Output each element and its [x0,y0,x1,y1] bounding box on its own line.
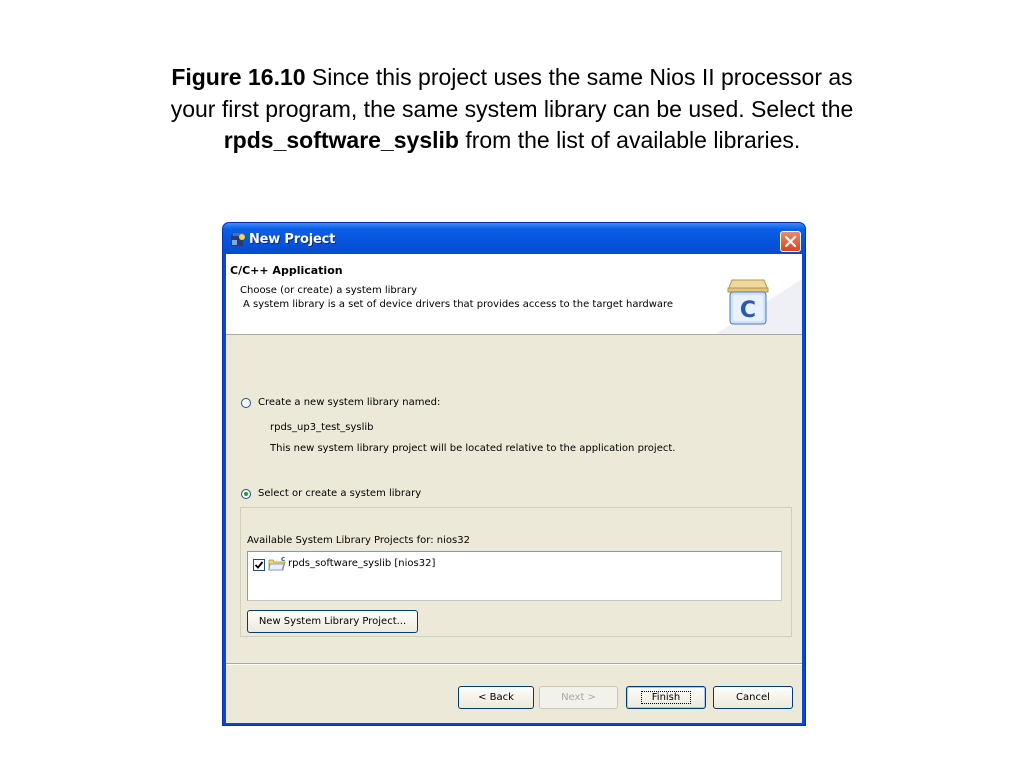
new-library-name: rpds_up3_test_syslib [270,422,374,433]
library-item-label[interactable]: rpds_software_syslib [nios32] [288,558,435,569]
finish-button-label: Finish [640,691,692,704]
new-project-dialog: New Project C/C++ Application Choose (or… [222,222,806,726]
c-folder-icon: c [268,555,286,571]
caption-text-1: Since this project uses the same Nios II… [305,64,853,90]
svg-text:C: C [740,298,756,323]
caption-label: Figure 16.10 [171,64,306,90]
c-project-icon: C [727,279,769,325]
new-system-library-button[interactable]: New System Library Project... [247,610,418,633]
caption-line-3: rpds_software_syslib from the list of av… [60,125,964,157]
close-icon [784,235,797,248]
window-title: New Project [249,232,336,247]
select-library-label: Select or create a system library [258,488,422,499]
caption-line-2: your first program, the same system libr… [170,95,854,122]
title-bar[interactable]: New Project [223,223,805,254]
caption-bold-term: rpds_software_syslib [223,127,459,153]
available-libraries-heading: Available System Library Projects for: n… [247,535,470,546]
library-item-checkbox[interactable] [253,559,265,571]
wizard-header: C/C++ Application Choose (or create) a s… [226,254,802,335]
back-button-label: < Back [478,692,514,703]
back-button[interactable]: < Back [458,686,534,709]
wizard-description-detail: A system library is a set of device driv… [243,299,674,310]
create-library-label: Create a new system library named: [258,397,441,408]
svg-text:c: c [281,555,285,563]
button-bar-divider [226,663,802,665]
wizard-title: C/C++ Application [230,264,343,277]
new-library-note: This new system library project will be … [270,443,676,454]
dialog-body: C/C++ Application Choose (or create) a s… [226,254,802,723]
next-button-label: Next > [561,692,596,703]
close-button[interactable] [780,231,801,252]
create-library-radio[interactable] [241,398,251,408]
select-library-radio[interactable] [241,489,251,499]
new-system-library-button-label: New System Library Project... [258,616,407,627]
caption-text-3: from the list of available libraries. [458,127,801,153]
library-list[interactable]: c rpds_software_syslib [nios32] [247,551,782,601]
next-button[interactable]: Next > [539,686,618,709]
figure-caption: Figure 16.10 Since this project uses the… [60,62,964,157]
finish-button[interactable]: Finish [626,686,706,709]
wizard-description: Choose (or create) a system library [240,285,418,296]
checkmark-icon [254,561,264,569]
eclipse-icon [231,233,245,246]
cancel-button[interactable]: Cancel [713,686,793,709]
caption-line-1: Figure 16.10 Since this project uses the… [60,62,964,94]
cancel-button-label: Cancel [736,692,770,703]
